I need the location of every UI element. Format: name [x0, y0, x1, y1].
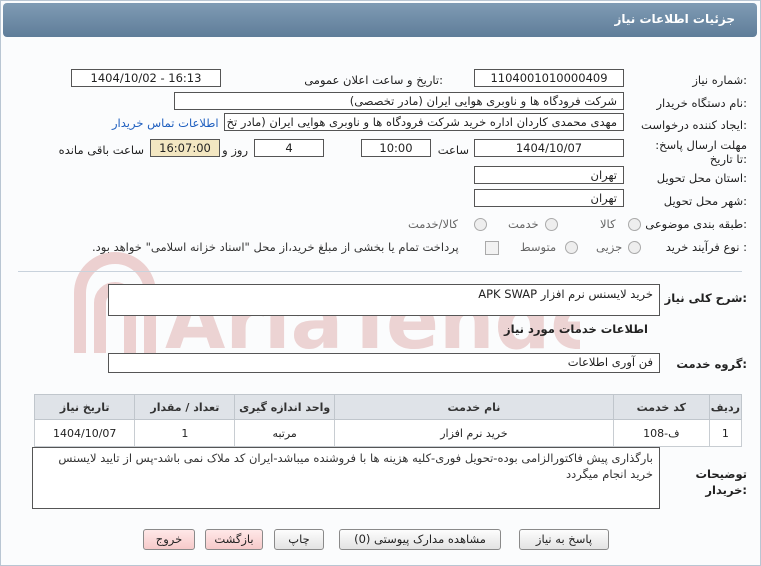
category-goods-text: کالا — [600, 217, 616, 231]
remaining-label: ساعت باقی مانده — [58, 143, 144, 157]
deadline-time-label: ساعت — [437, 143, 469, 157]
services-info-heading: اطلاعات خدمات مورد نیاز — [504, 322, 648, 336]
remaining-time-field: 16:07:00 — [150, 139, 220, 157]
buyer-notes-field: بارگذاری پیش فاکتورالزامی بوده-تحویل فور… — [32, 447, 660, 509]
col-row: ردیف — [708, 394, 743, 420]
days-label: روز و — [222, 143, 248, 157]
category-goods-service-text: کالا/خدمت — [408, 217, 459, 231]
service-group-field: فن آوری اطلاعات — [108, 353, 660, 373]
category-service-text: خدمت — [508, 217, 539, 231]
col-service-code: کد خدمت — [612, 394, 710, 420]
table-row: 1 ف-108 خرید نرم افزار مرتبه 1 1404/10/0… — [33, 419, 743, 447]
reply-button[interactable]: پاسخ به نیاز — [519, 529, 609, 550]
deadline-label: مهلت ارسال پاسخ: تا تاریخ: — [655, 138, 747, 166]
treasury-note-text: پرداخت تمام یا بخشی از مبلغ خرید،از محل … — [92, 240, 459, 254]
description-label: شرح کلی نیاز: — [664, 291, 747, 305]
service-group-label: گروه خدمت: — [676, 357, 747, 371]
category-goods-service-radio[interactable] — [474, 218, 487, 231]
back-button[interactable]: بازگشت — [205, 529, 263, 550]
category-service-radio[interactable] — [545, 218, 558, 231]
category-label: طبقه بندی موضوعی: — [645, 217, 747, 231]
need-number-label: شماره نیاز: — [692, 73, 747, 87]
requester-label: ایجاد کننده درخواست: — [641, 118, 747, 132]
col-need-date: تاریخ نیاز — [33, 394, 136, 420]
services-table: ردیف کد خدمت نام خدمت واحد اندازه گیری ت… — [33, 394, 743, 447]
announce-date-field: 1404/10/02 - 16:13 — [71, 69, 221, 87]
table-header-row: ردیف کد خدمت نام خدمت واحد اندازه گیری ت… — [33, 394, 743, 420]
buyer-notes-label: توضیحات خریدار: — [695, 467, 748, 497]
view-attachments-button[interactable]: مشاهده مدارک پیوستی (0) — [339, 529, 501, 550]
province-field: تهران — [474, 166, 624, 184]
print-button[interactable]: چاپ — [274, 529, 324, 550]
cell-row: 1 — [708, 419, 743, 447]
deadline-time-field: 10:00 — [361, 139, 431, 157]
buyer-contact-link[interactable]: اطلاعات تماس خریدار — [112, 116, 219, 130]
window-title: جزئیات اطلاعات نیاز — [614, 12, 735, 26]
days-field: 4 — [254, 139, 324, 157]
col-quantity: تعداد / مقدار — [134, 394, 236, 420]
description-field: خرید لایسنس نرم افزار APK SWAP — [108, 284, 660, 316]
cell-service-name: خرید نرم افزار — [334, 419, 614, 447]
purchase-medium-radio[interactable] — [565, 241, 578, 254]
divider — [18, 271, 742, 272]
purchase-type-label: نوع فرآیند خرید : — [665, 240, 747, 254]
deadline-date-field: 1404/10/07 — [474, 139, 624, 157]
category-goods-radio[interactable] — [628, 218, 641, 231]
province-label: استان محل تحویل: — [656, 171, 747, 185]
cell-service-code: ف-108 — [612, 419, 710, 447]
purchase-partial-text: جزیی — [596, 240, 623, 254]
city-field: تهران — [474, 189, 624, 207]
buyer-org-field: شرکت فرودگاه ها و ناوبری هوایی ایران (ما… — [174, 92, 624, 110]
col-service-name: نام خدمت — [334, 394, 614, 420]
announce-date-label: تاریخ و ساعت اعلان عمومی: — [304, 73, 443, 87]
cell-quantity: 1 — [134, 419, 236, 447]
treasury-checkbox[interactable] — [485, 241, 499, 255]
need-number-field: 1104001010000409 — [474, 69, 624, 87]
col-unit: واحد اندازه گیری — [234, 394, 336, 420]
exit-button[interactable]: خروج — [143, 529, 195, 550]
cell-need-date: 1404/10/07 — [33, 419, 136, 447]
city-label: شهر محل تحویل: — [663, 194, 747, 208]
title-bar: جزئیات اطلاعات نیاز — [3, 3, 757, 37]
cell-unit: مرتبه — [234, 419, 336, 447]
purchase-medium-text: متوسط — [520, 240, 557, 254]
buyer-org-label: نام دستگاه خریدار: — [656, 96, 747, 110]
requester-field: مهدی محمدی کاردان اداره خرید شرکت فرودگا… — [224, 113, 624, 131]
purchase-partial-radio[interactable] — [628, 241, 641, 254]
